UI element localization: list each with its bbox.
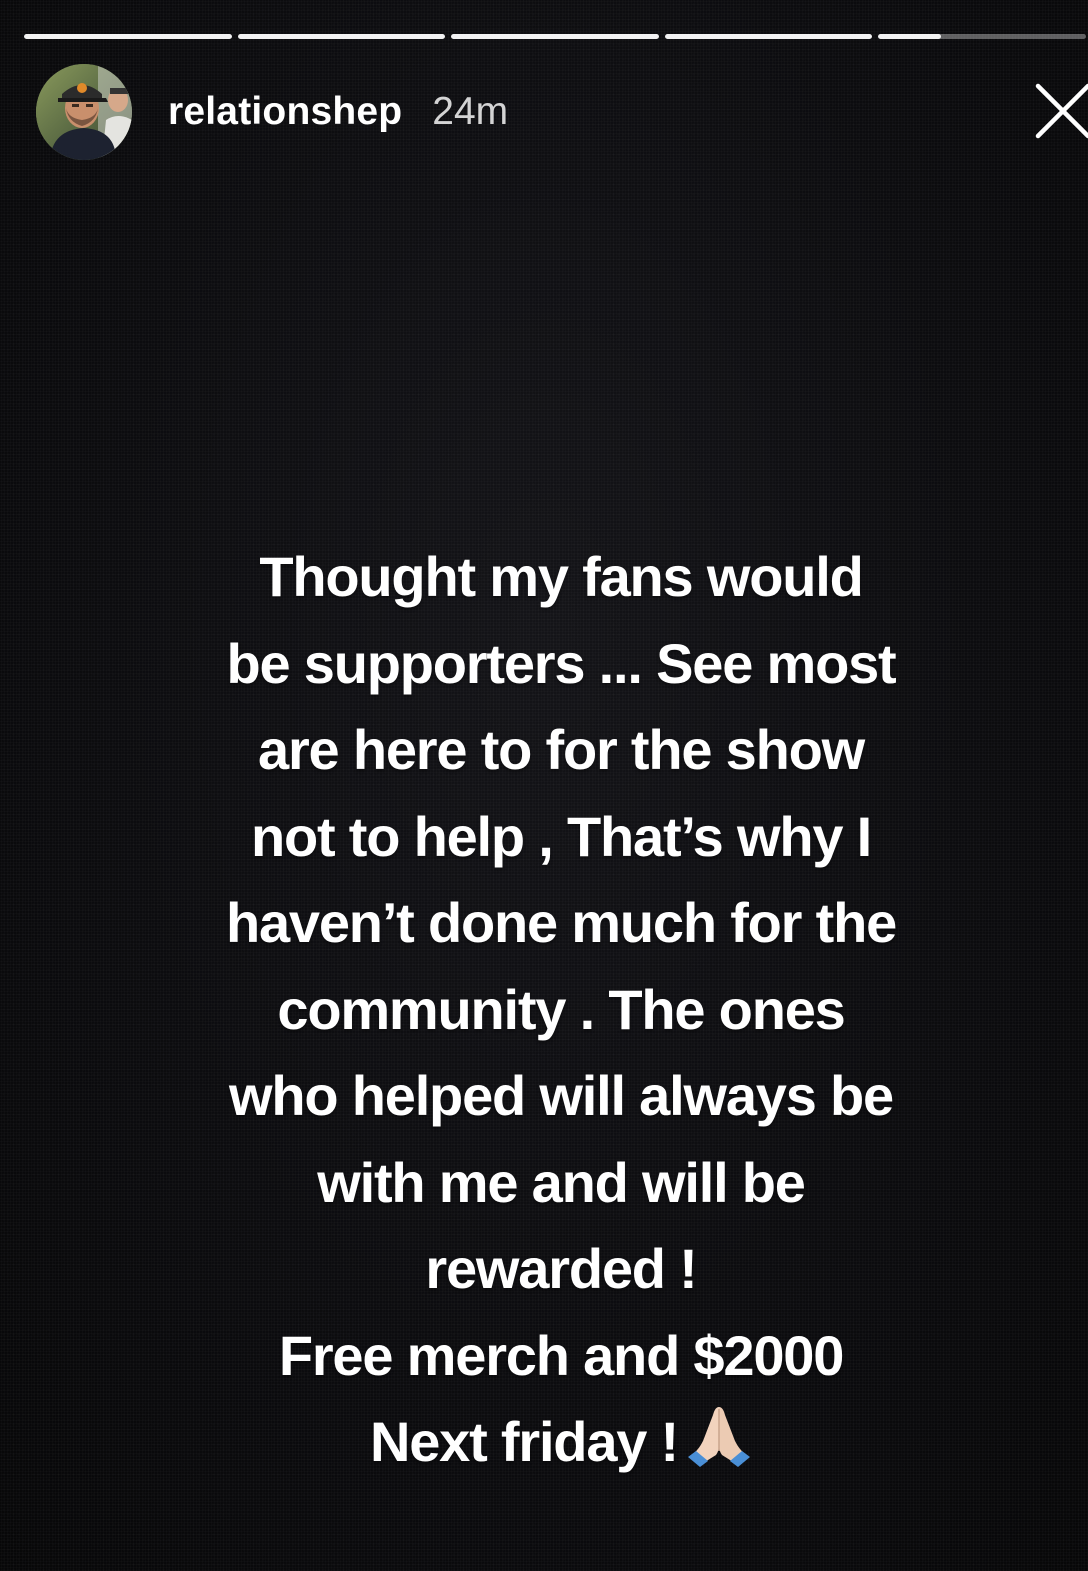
story-progress-bar <box>24 34 1086 40</box>
caption-line: with me and will be <box>317 1150 806 1214</box>
caption-line: Thought my fans would <box>259 545 863 608</box>
caption-line: be supporters ... See most <box>226 631 897 695</box>
username[interactable]: relationshep <box>168 90 402 134</box>
progress-segment-3 <box>451 34 659 39</box>
caption-line: rewarded ! <box>425 1237 697 1300</box>
caption-line-last: Next friday ! <box>130 1399 992 1486</box>
close-icon <box>1035 83 1088 139</box>
caption-line-text: Next friday ! <box>369 1410 679 1473</box>
story-caption: Thought my fans would be supporters ... … <box>130 534 992 1486</box>
progress-segment-2 <box>237 34 446 39</box>
progress-segment-4 <box>664 34 873 39</box>
close-button[interactable] <box>1034 82 1088 140</box>
caption-line: community . The ones <box>277 977 845 1041</box>
progress-segment-1 <box>24 34 232 39</box>
folded-hands-icon <box>688 1407 751 1467</box>
avatar[interactable] <box>36 64 132 160</box>
profile-photo-icon <box>36 64 132 160</box>
progress-segment-5 <box>878 34 1086 39</box>
caption-line: not to help , That’s why I <box>250 804 872 868</box>
story-header: relationshep 24m <box>36 64 508 160</box>
story-viewer[interactable]: relationshep 24m Thought my fans would b… <box>0 0 1088 1571</box>
caption-line: are here to for the show <box>258 718 865 781</box>
post-timestamp: 24m <box>432 90 509 133</box>
caption-line: haven’t done much for the <box>225 891 897 954</box>
caption-line: Free merch and $2000 <box>278 1323 845 1387</box>
caption-line: who helped will always be <box>229 1064 894 1127</box>
